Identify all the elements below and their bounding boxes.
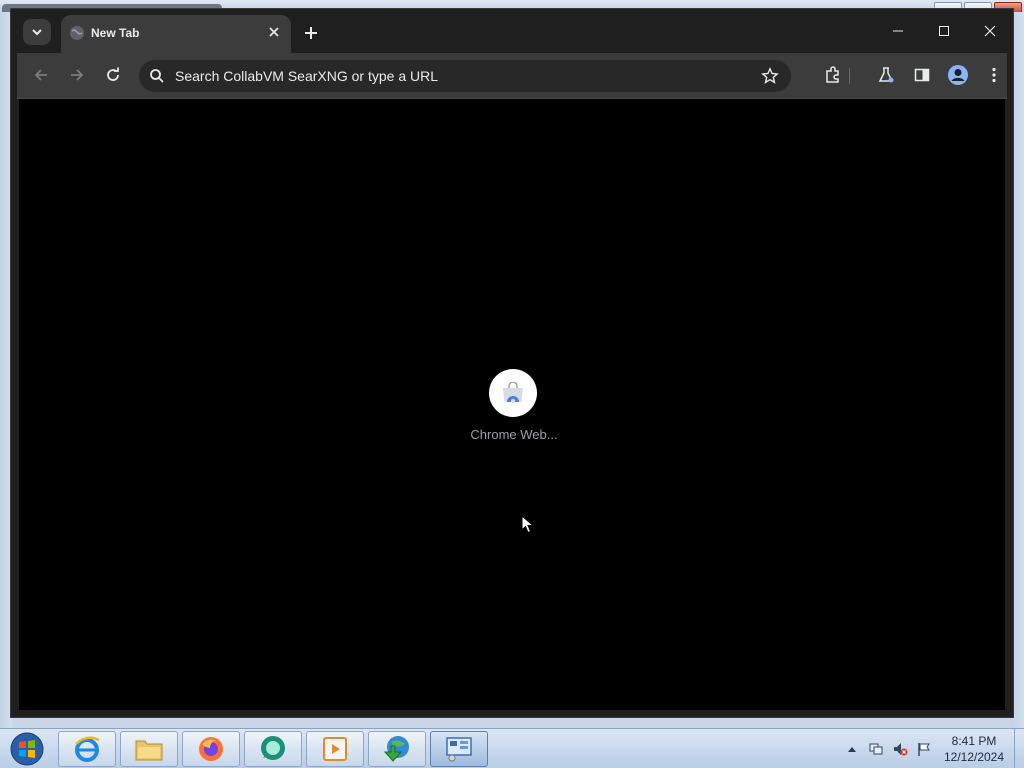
side-panel-button[interactable] bbox=[908, 61, 936, 89]
minimize-button[interactable] bbox=[875, 9, 921, 53]
shortcut-icon-circle bbox=[489, 369, 537, 417]
firefox-icon bbox=[199, 737, 223, 761]
reload-button[interactable] bbox=[99, 61, 127, 89]
profile-button[interactable] bbox=[944, 61, 972, 89]
tray-network[interactable] bbox=[868, 741, 884, 757]
taskbar-control-panel[interactable] bbox=[430, 731, 488, 767]
profile-icon bbox=[948, 65, 968, 85]
taskbar: 8:41 PM 12/12/2024 bbox=[0, 728, 1024, 768]
windows-start-orb-icon bbox=[10, 732, 44, 766]
chat-bubble-icon bbox=[261, 736, 285, 760]
taskbar-internet-explorer[interactable] bbox=[58, 731, 116, 767]
folder-icon bbox=[135, 740, 163, 761]
shortcut-tile[interactable]: Chrome Web... bbox=[459, 359, 569, 449]
globe-download-icon bbox=[383, 736, 409, 762]
minimize-icon bbox=[893, 30, 903, 32]
close-icon bbox=[984, 25, 996, 37]
system-tray bbox=[844, 729, 932, 768]
chrome-window: New Tab Search CollabVM SearXNG or type … bbox=[10, 8, 1014, 718]
back-button[interactable] bbox=[27, 61, 55, 89]
chevron-down-icon bbox=[32, 29, 42, 36]
globe-icon bbox=[70, 26, 84, 40]
show-hidden-icons-button[interactable] bbox=[844, 741, 860, 757]
tab-title: New Tab bbox=[91, 26, 140, 40]
close-icon bbox=[269, 27, 279, 37]
forward-button[interactable] bbox=[63, 61, 91, 89]
taskbar-media-player[interactable] bbox=[306, 731, 364, 767]
mouse-cursor-icon bbox=[521, 515, 535, 534]
taskbar-windows-explorer[interactable] bbox=[120, 731, 178, 767]
media-player-icon bbox=[323, 737, 347, 761]
back-arrow-icon bbox=[34, 69, 47, 81]
taskbar-firefox[interactable] bbox=[182, 731, 240, 767]
tray-action-center[interactable] bbox=[916, 741, 932, 757]
reload-icon bbox=[107, 67, 119, 81]
shortcut-label: Chrome Web... bbox=[470, 427, 558, 442]
plus-icon bbox=[305, 27, 317, 39]
browser-toolbar: Search CollabVM SearXNG or type a URL bbox=[17, 53, 1007, 98]
tab-search-button[interactable] bbox=[23, 19, 51, 45]
control-panel-icon bbox=[446, 737, 472, 762]
triangle-up-icon bbox=[848, 747, 856, 752]
forward-arrow-icon bbox=[71, 69, 84, 81]
menu-dots-icon bbox=[992, 67, 996, 83]
side-panel-icon bbox=[914, 68, 930, 82]
network-icon bbox=[869, 743, 883, 755]
internet-explorer-icon bbox=[75, 736, 100, 762]
toolbar-divider bbox=[849, 68, 850, 84]
maximize-icon bbox=[939, 26, 949, 36]
labs-flask-icon bbox=[878, 67, 894, 83]
taskbar-download-manager[interactable] bbox=[368, 731, 426, 767]
flag-icon bbox=[918, 743, 930, 756]
taskbar-clock[interactable]: 8:41 PM 12/12/2024 bbox=[936, 733, 1012, 765]
star-icon[interactable] bbox=[761, 67, 779, 85]
close-window-button[interactable] bbox=[967, 9, 1013, 53]
new-tab-page: Chrome Web... bbox=[19, 99, 1005, 710]
clock-date: 12/12/2024 bbox=[943, 750, 1005, 764]
start-button[interactable] bbox=[6, 731, 48, 767]
maximize-button[interactable] bbox=[921, 9, 967, 53]
window-controls bbox=[875, 9, 1013, 53]
clock-time: 8:41 PM bbox=[951, 734, 997, 748]
address-bar[interactable]: Search CollabVM SearXNG or type a URL bbox=[139, 60, 791, 92]
extensions-button[interactable] bbox=[819, 61, 847, 89]
tab-strip: New Tab bbox=[11, 9, 1013, 53]
tray-volume[interactable] bbox=[892, 741, 908, 757]
address-bar-placeholder: Search CollabVM SearXNG or type a URL bbox=[175, 68, 438, 84]
extensions-puzzle-icon bbox=[826, 66, 839, 83]
labs-button[interactable] bbox=[872, 61, 900, 89]
chrome-web-store-icon bbox=[503, 382, 523, 404]
volume-muted-icon bbox=[894, 743, 908, 756]
search-icon bbox=[150, 69, 164, 83]
chrome-menu-button[interactable] bbox=[980, 61, 1008, 89]
tab-close-button[interactable] bbox=[265, 23, 283, 41]
new-tab-button[interactable] bbox=[299, 21, 323, 45]
show-desktop-button[interactable] bbox=[1014, 729, 1024, 768]
taskbar-chat-app[interactable] bbox=[244, 731, 302, 767]
